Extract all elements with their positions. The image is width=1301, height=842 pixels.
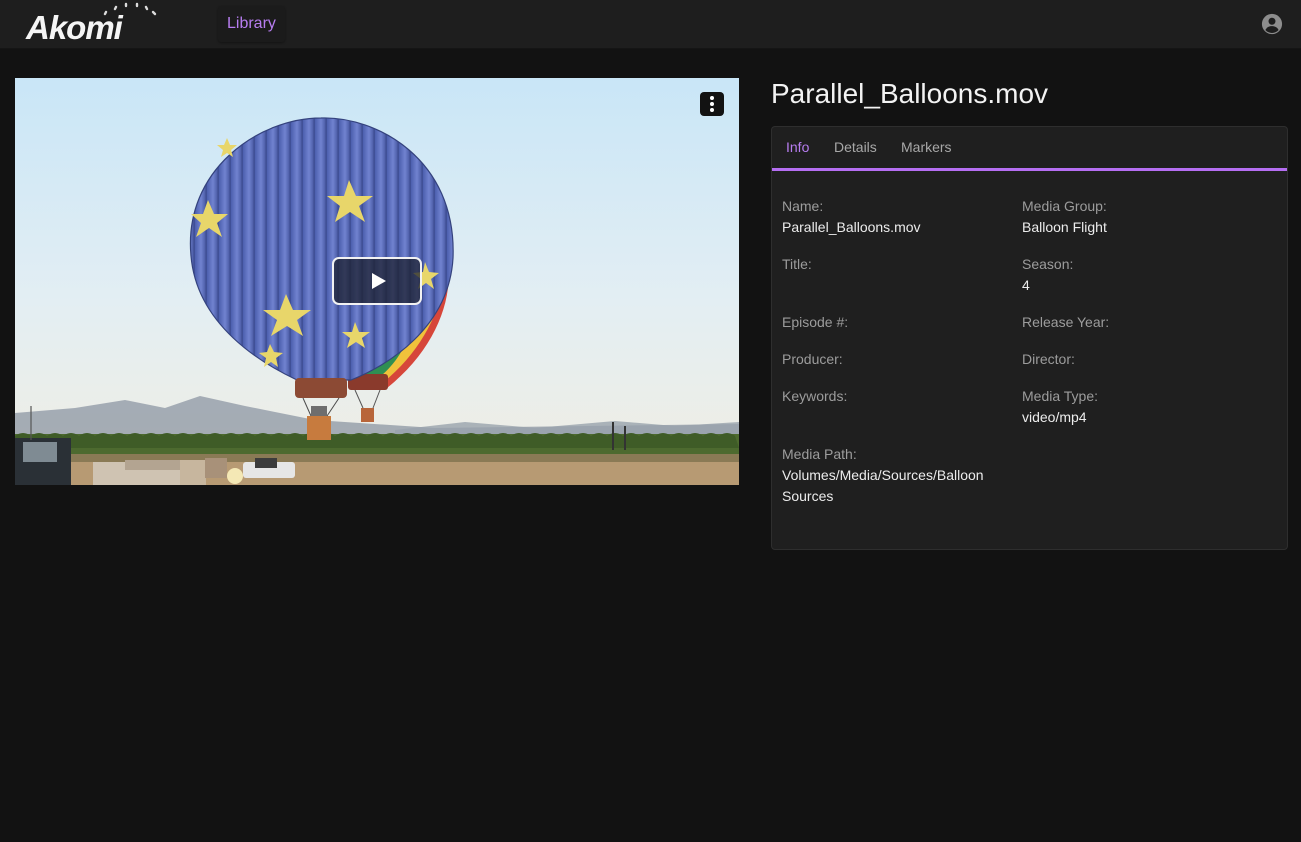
field-episode: Episode #: [782,312,1002,333]
field-value: 4 [1022,277,1030,293]
video-player[interactable] [15,78,739,485]
tab-details[interactable]: Details [834,139,877,155]
play-button[interactable] [332,257,422,305]
tab-info[interactable]: Info [786,139,809,155]
play-icon [372,273,386,289]
field-label: Director: [1022,351,1075,367]
field-director: Director: [1022,349,1242,370]
field-label: Season: [1022,256,1074,272]
logo-wordmark: Akomi [26,9,123,46]
nav-library-tab[interactable]: Library [218,6,285,42]
field-season: Season: 4 [1022,254,1242,296]
field-media-type: Media Type: video/mp4 [1022,386,1242,428]
field-value: video/mp4 [1022,409,1087,425]
media-file-title: Parallel_Balloons.mov [771,78,1049,109]
field-media-path: Media Path: Volumes/Media/Sources/Balloo… [782,444,997,507]
dot [710,96,714,100]
field-label: Episode #: [782,314,849,330]
field-label: Media Type: [1022,388,1099,404]
field-label: Producer: [782,351,843,367]
field-value: Balloon Flight [1022,219,1107,235]
dot [710,108,714,112]
field-media-group: Media Group: Balloon Flight [1022,196,1242,238]
field-value: Parallel_Balloons.mov [782,219,921,235]
field-release-year: Release Year: [1022,312,1242,333]
field-label: Media Path: [782,446,857,462]
field-producer: Producer: [782,349,1002,370]
video-more-options-button[interactable] [700,92,724,116]
account-circle-icon[interactable] [1261,13,1283,35]
field-name: Name: Parallel_Balloons.mov [782,196,1002,238]
field-keywords: Keywords: [782,386,1002,407]
top-app-bar: Akomi Library [0,0,1301,49]
akomi-logo[interactable]: Akomi [26,2,172,46]
field-label: Name: [782,198,824,214]
field-label: Keywords: [782,388,848,404]
field-value: Volumes/Media/Sources/Balloon Sources [782,467,984,504]
media-info-panel: Info Details Markers Name: Parallel_Ball… [771,126,1288,550]
media-tabs: Info Details Markers [772,127,1287,171]
dot [710,102,714,106]
field-title: Title: [782,254,1002,275]
field-label: Media Group: [1022,198,1107,214]
tab-markers[interactable]: Markers [901,139,952,155]
field-label: Title: [782,256,812,272]
field-label: Release Year: [1022,314,1110,330]
